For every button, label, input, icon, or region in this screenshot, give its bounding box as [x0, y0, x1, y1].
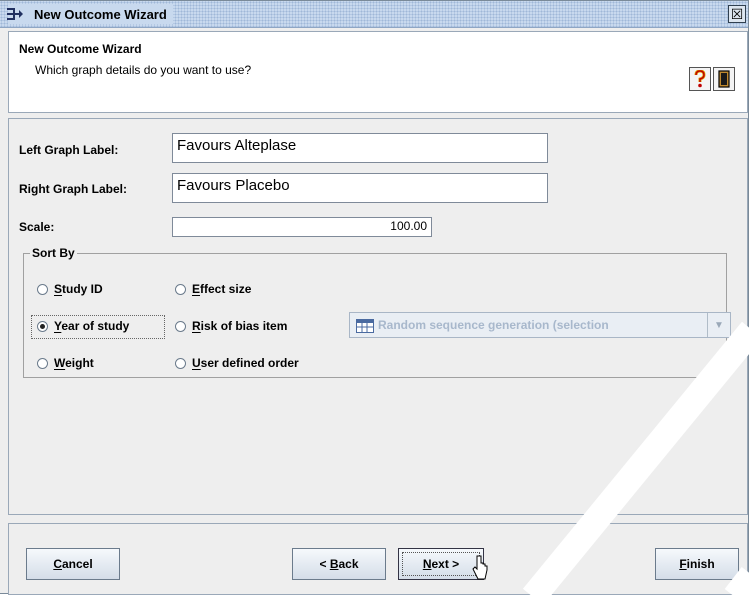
wizard-window: New Outcome Wizard ☒ New Outcome Wizard … — [0, 0, 749, 595]
window-title: New Outcome Wizard — [34, 6, 167, 22]
radio-label-risk-of-bias: Risk of bias item — [192, 319, 288, 333]
chevron-down-icon[interactable]: ▼ — [707, 313, 730, 337]
close-window-button[interactable]: ☒ — [728, 5, 746, 23]
left-graph-label-input[interactable]: Favours Alteplase — [172, 133, 548, 163]
sort-by-legend: Sort By — [32, 246, 75, 260]
radio-user-defined-order[interactable]: User defined order — [175, 356, 299, 370]
left-graph-label-text: Left Graph Label: — [19, 143, 119, 157]
radio-label-study-id: Study ID — [54, 282, 103, 296]
graph-details-panel: Left Graph Label: Favours Alteplase Righ… — [8, 118, 748, 515]
cancel-button[interactable]: Cancel — [26, 548, 120, 580]
radio-study-id[interactable]: Study ID — [37, 282, 103, 296]
finish-button[interactable]: Finish — [655, 548, 739, 580]
table-icon — [356, 319, 374, 333]
scale-input[interactable]: 100.00 — [172, 217, 432, 237]
close-icon: ☒ — [730, 6, 744, 22]
radio-dot-effect-size[interactable] — [175, 283, 186, 295]
header-title: New Outcome Wizard — [19, 42, 142, 56]
title-bar-label-area: New Outcome Wizard — [8, 4, 173, 24]
right-graph-label-input[interactable]: Favours Placebo — [172, 173, 548, 203]
radio-label-effect-size: Effect size — [192, 282, 252, 296]
book-icon — [718, 70, 730, 88]
radio-dot-weight[interactable] — [37, 357, 48, 369]
radio-weight[interactable]: Weight — [37, 356, 94, 370]
radio-dot-risk-of-bias[interactable] — [175, 320, 186, 332]
question-mark-icon — [694, 70, 706, 88]
help-button[interactable] — [689, 67, 711, 91]
radio-label-user-defined-order: User defined order — [192, 356, 299, 370]
radio-dot-year-of-study[interactable] — [37, 320, 48, 332]
radio-dot-study-id[interactable] — [37, 283, 48, 295]
radio-dot-user-defined-order[interactable] — [175, 357, 186, 369]
title-bar[interactable]: New Outcome Wizard ☒ — [0, 1, 748, 28]
risk-of-bias-dropdown-value: Random sequence generation (selection — [378, 318, 609, 332]
radio-risk-of-bias[interactable]: Risk of bias item — [175, 319, 287, 333]
radio-year-of-study[interactable]: Year of study — [37, 319, 129, 333]
risk-of-bias-dropdown[interactable]: Random sequence generation (selection ▼ — [349, 312, 731, 338]
radio-label-weight: Weight — [54, 356, 94, 370]
back-button[interactable]: < Back — [292, 548, 386, 580]
radio-label-year-of-study: Year of study — [54, 319, 130, 333]
right-graph-label-text: Right Graph Label: — [19, 182, 127, 196]
radio-effect-size[interactable]: Effect size — [175, 282, 251, 296]
wizard-header: New Outcome Wizard Which graph details d… — [8, 31, 748, 113]
book-button[interactable] — [713, 67, 735, 91]
mouse-cursor-icon — [472, 555, 488, 580]
wizard-footer: Cancel < Back Next > Finish — [8, 523, 748, 595]
wizard-app-icon — [7, 8, 23, 20]
scale-label: Scale: — [19, 220, 55, 234]
header-subtitle: Which graph details do you want to use? — [35, 63, 252, 77]
